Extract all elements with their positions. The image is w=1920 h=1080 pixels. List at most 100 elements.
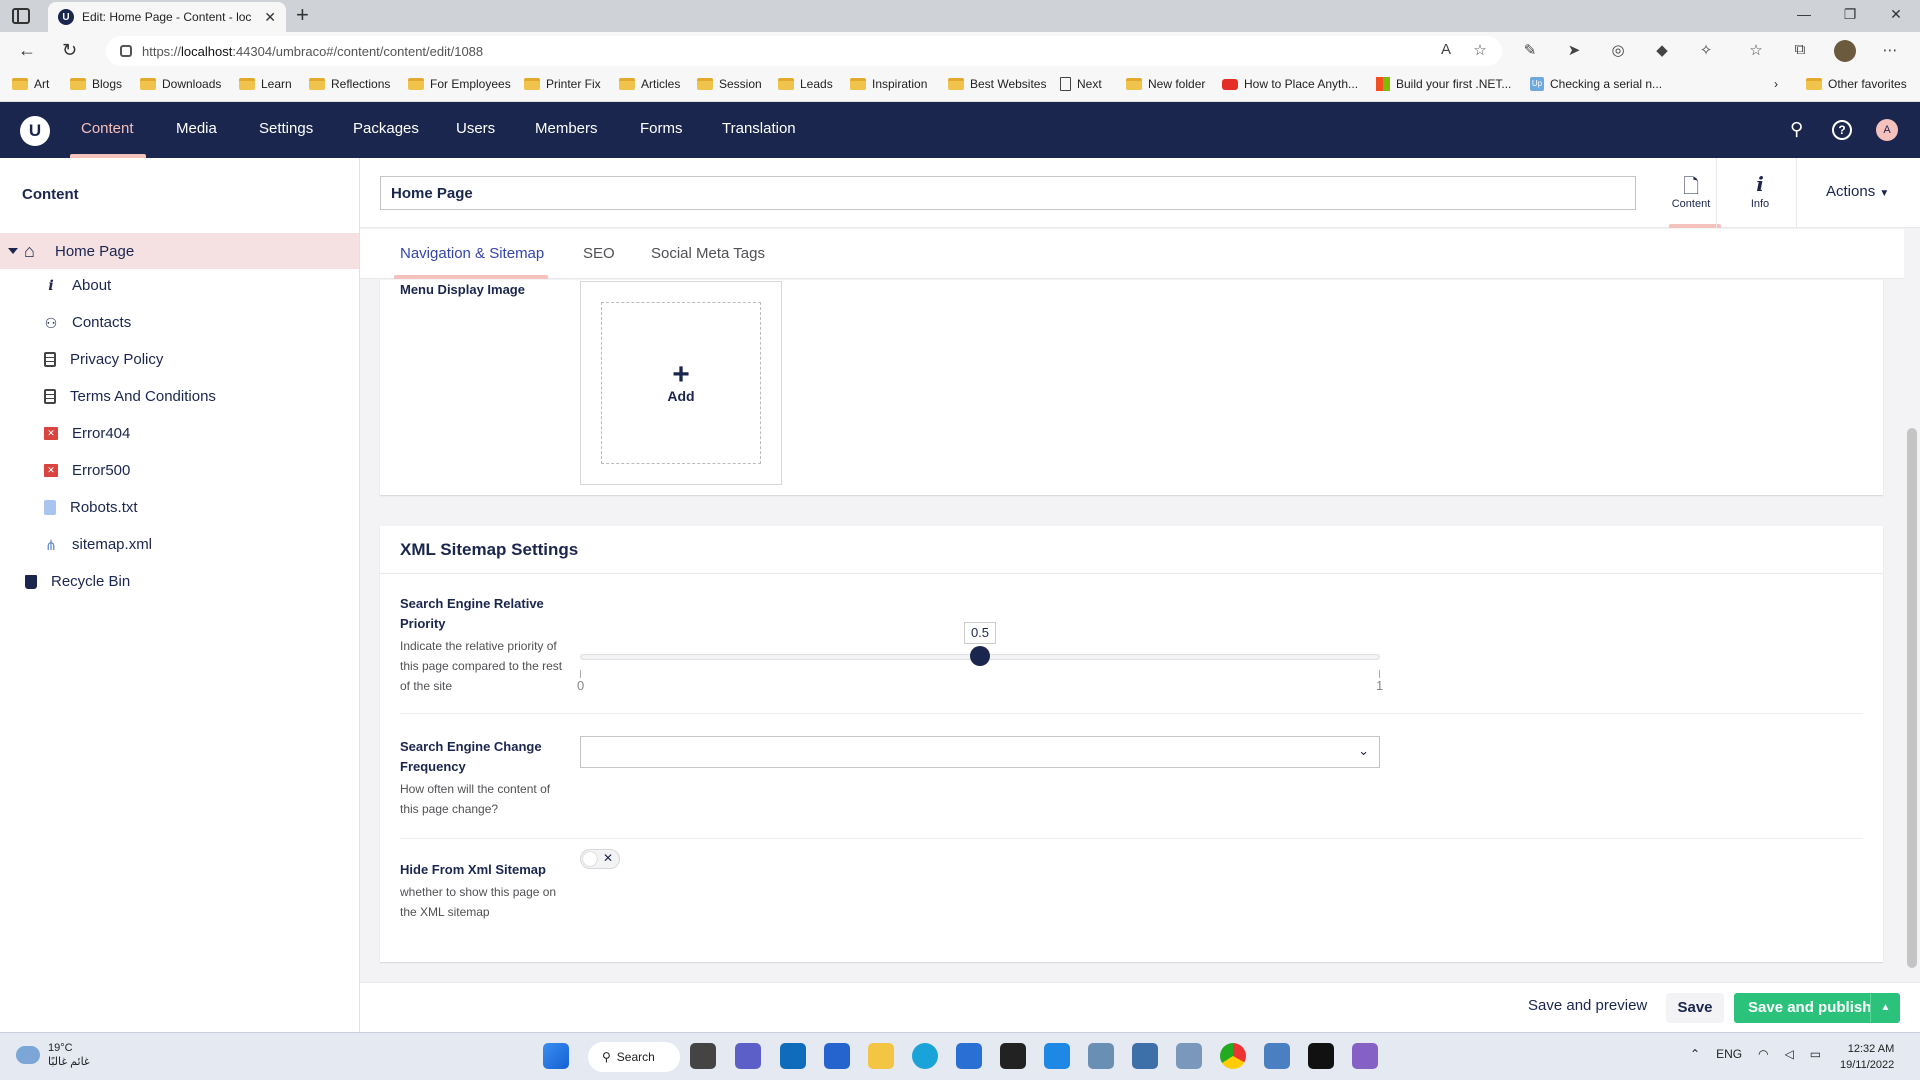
tree-item-error404[interactable]: ✕ Error404 (44, 425, 130, 442)
bookmark-next[interactable]: Next (1060, 77, 1102, 91)
back-icon[interactable]: ← (18, 40, 36, 61)
favorites-icon[interactable]: ☆ (1746, 41, 1766, 61)
minimize-icon[interactable]: — (1794, 6, 1814, 22)
battery-icon[interactable]: ▭ (1810, 1047, 1821, 1061)
outlook-icon[interactable] (780, 1043, 806, 1069)
chrome-icon[interactable] (1220, 1043, 1246, 1069)
chevron-up-icon[interactable]: ⌃ (1690, 1047, 1700, 1061)
caret-up-icon[interactable]: ▲ (1870, 993, 1900, 1023)
scrollbar-thumb[interactable] (1907, 428, 1917, 968)
bookmark-how-to-place[interactable]: How to Place Anyth... (1222, 77, 1358, 91)
todo-icon[interactable] (824, 1043, 850, 1069)
refresh-icon[interactable]: ↻ (62, 40, 77, 61)
hide-from-sitemap-toggle[interactable]: ✕ (580, 849, 620, 869)
tree-item-recycle-bin[interactable]: Recycle Bin (25, 573, 130, 590)
section-forms[interactable]: Forms (640, 120, 683, 137)
user-avatar[interactable]: A (1876, 119, 1898, 141)
help-icon[interactable]: ? (1832, 120, 1852, 140)
weather-widget[interactable]: 19°C غائم غالبًا (16, 1041, 90, 1069)
new-tab-icon[interactable]: + (296, 2, 309, 28)
favorite-star-icon[interactable]: ☆ (1470, 41, 1490, 61)
section-translation[interactable]: Translation (722, 120, 796, 137)
teams-chat-icon[interactable] (735, 1043, 761, 1069)
tree-item-about[interactable]: i About (44, 277, 111, 294)
bookmark-leads[interactable]: Leads (778, 77, 833, 91)
app-h-icon[interactable] (1308, 1043, 1334, 1069)
section-members[interactable]: Members (535, 120, 598, 137)
bookmark-other-favorites[interactable]: Other favorites (1806, 77, 1907, 91)
extension-circle-icon[interactable]: ◎ (1608, 41, 1628, 61)
actions-menu-button[interactable]: Actions ▼ (1826, 183, 1889, 200)
restore-icon[interactable]: ❐ (1840, 6, 1860, 23)
remote-desktop-icon[interactable] (1132, 1043, 1158, 1069)
tree-item-robots[interactable]: Robots.txt (44, 499, 138, 516)
app-icon[interactable] (1176, 1043, 1202, 1069)
vertical-scrollbar[interactable] (1904, 228, 1920, 980)
bookmark-for-employees[interactable]: For Employees (408, 77, 511, 91)
tree-item-home-page[interactable]: ⌂ Home Page (0, 233, 359, 269)
lock-icon[interactable] (120, 45, 132, 57)
tree-item-error500[interactable]: ✕ Error500 (44, 462, 130, 479)
wifi-icon[interactable]: ◠ (1758, 1047, 1768, 1061)
info-app-button[interactable]: i Info (1730, 172, 1790, 210)
save-button[interactable]: Save (1666, 993, 1724, 1023)
tree-item-sitemap[interactable]: ⋔ sitemap.xml (44, 536, 152, 553)
read-aloud-icon[interactable]: A (1436, 41, 1456, 61)
collections-icon[interactable]: ⧉ (1790, 41, 1810, 61)
close-tab-icon[interactable]: ✕ (264, 9, 276, 26)
bookmark-new-folder[interactable]: New folder (1126, 77, 1205, 91)
volume-icon[interactable]: ◁ (1785, 1047, 1794, 1061)
app-icon[interactable] (1088, 1043, 1114, 1069)
edge-icon[interactable] (912, 1043, 938, 1069)
node-name-input[interactable] (380, 176, 1636, 210)
store-icon[interactable] (956, 1043, 982, 1069)
section-content[interactable]: Content (81, 120, 134, 137)
save-and-publish-button[interactable]: Save and publish ▲ (1734, 993, 1900, 1023)
browser-tab-active[interactable]: U Edit: Home Page - Content - loc ✕ (48, 2, 286, 32)
bookmark-blogs[interactable]: Blogs (70, 77, 122, 91)
bookmark-printer-fix[interactable]: Printer Fix (524, 77, 601, 91)
bookmark-art[interactable]: Art (12, 77, 49, 91)
section-settings[interactable]: Settings (259, 120, 313, 137)
language-indicator[interactable]: ENG (1716, 1047, 1742, 1061)
app-icon[interactable] (1264, 1043, 1290, 1069)
bookmark-reflections[interactable]: Reflections (309, 77, 390, 91)
umbraco-logo-icon[interactable]: U (20, 116, 50, 146)
sticky-notes-icon[interactable] (1000, 1043, 1026, 1069)
search-icon[interactable]: ⚲ (1790, 119, 1803, 140)
address-bar[interactable]: https://localhost:44304/umbraco#/content… (106, 36, 1502, 66)
extension-shield-icon[interactable]: ◆ (1652, 41, 1672, 61)
tree-item-privacy-policy[interactable]: Privacy Policy (44, 351, 163, 368)
windows-start-icon[interactable] (543, 1043, 569, 1069)
bookmark-best-websites[interactable]: Best Websites (948, 77, 1046, 91)
bookmarks-overflow-chevron-icon[interactable]: › (1774, 77, 1778, 91)
clock[interactable]: 12:32 AM 19/11/2022 (1840, 1041, 1894, 1073)
task-view-icon[interactable] (690, 1043, 716, 1069)
visual-studio-icon[interactable] (1352, 1043, 1378, 1069)
tree-item-terms[interactable]: Terms And Conditions (44, 388, 216, 405)
tab-navigation-sitemap[interactable]: Navigation & Sitemap (400, 245, 544, 262)
tree-item-contacts[interactable]: ⚇ Contacts (44, 314, 131, 331)
tab-seo[interactable]: SEO (583, 245, 615, 262)
expand-caret-icon[interactable] (8, 248, 18, 254)
section-users[interactable]: Users (456, 120, 495, 137)
section-packages[interactable]: Packages (353, 120, 419, 137)
extension-arrow-icon[interactable]: ➤ (1564, 41, 1584, 61)
change-frequency-select[interactable]: ⌄ (580, 736, 1380, 768)
tab-social-meta-tags[interactable]: Social Meta Tags (651, 245, 765, 262)
add-media-button[interactable]: + Add (601, 302, 761, 464)
content-app-button[interactable]: 🗋 Content (1661, 172, 1721, 210)
section-media[interactable]: Media (176, 120, 217, 137)
bookmark-inspiration[interactable]: Inspiration (850, 77, 927, 91)
bookmark-articles[interactable]: Articles (619, 77, 680, 91)
window-close-icon[interactable]: ✕ (1886, 6, 1906, 23)
file-explorer-icon[interactable] (868, 1043, 894, 1069)
save-and-preview-button[interactable]: Save and preview (1528, 997, 1647, 1014)
tab-actions-icon[interactable] (12, 8, 30, 24)
bookmark-session[interactable]: Session (697, 77, 762, 91)
bookmark-downloads[interactable]: Downloads (140, 77, 221, 91)
bookmark-checking-serial[interactable]: Up Checking a serial n... (1530, 77, 1662, 91)
bookmark-build-dotnet[interactable]: Build your first .NET... (1376, 77, 1511, 91)
more-menu-icon[interactable]: ⋯ (1880, 41, 1900, 61)
extension-pen-icon[interactable]: ✎ (1520, 41, 1540, 61)
